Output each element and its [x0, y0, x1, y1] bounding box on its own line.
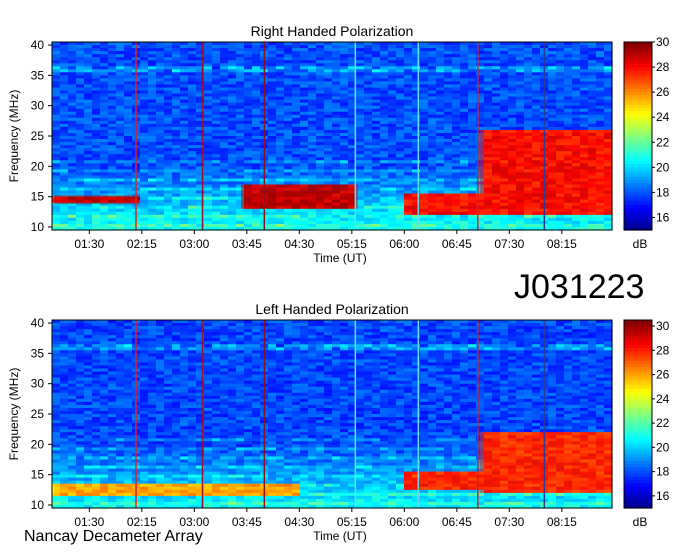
- y-tick-label: 20: [31, 437, 45, 451]
- emission-band-1: [54, 483, 300, 496]
- x-tick-label: 02:15: [127, 515, 157, 529]
- y-tick-label: 30: [31, 377, 45, 391]
- colorbar-tick-label: 26: [656, 368, 670, 382]
- x-tick-label: 02:15: [127, 237, 157, 251]
- x-tick-label: 03:45: [232, 237, 262, 251]
- y-tick-label: 10: [31, 220, 45, 234]
- colorbar-tick-label: 28: [656, 60, 670, 74]
- y-axis-label: Frequency (MHz): [7, 90, 21, 183]
- x-tick-label: 05:15: [337, 515, 367, 529]
- x-axis-label: Time (UT): [313, 529, 367, 543]
- colorbar: 16 18 20 22 24 26 28 30 dB: [623, 35, 670, 251]
- x-tick-label: 01:30: [74, 237, 104, 251]
- colorbar-tick-label: 18: [656, 465, 670, 479]
- x-tick-label: 03:00: [179, 515, 209, 529]
- colorbar-tick-label: 16: [656, 210, 670, 224]
- y-tick-label: 25: [31, 129, 45, 143]
- y-tick-label: 15: [31, 468, 45, 482]
- panel-1: Right Handed Polarization 10 15 20 25 30 35 40 0…: [7, 23, 670, 265]
- x-tick-label: 08:15: [547, 515, 577, 529]
- colorbar-tick-label: 20: [656, 160, 670, 174]
- y-tick-label: 40: [31, 38, 45, 52]
- colorbar-label: dB: [633, 237, 648, 251]
- y-tick-label: 15: [31, 190, 45, 204]
- y-tick-label: 10: [31, 498, 45, 512]
- colorbar-tick-label: 22: [656, 135, 670, 149]
- x-tick-label: 03:00: [179, 237, 209, 251]
- x-tick-label: 07:30: [494, 237, 524, 251]
- x-tick-label: 01:30: [74, 515, 104, 529]
- chart-title: Left Handed Polarization: [255, 301, 408, 317]
- colorbar-tick-label: 26: [656, 85, 670, 99]
- x-tick-label: 03:45: [232, 515, 262, 529]
- x-axis-label: Time (UT): [313, 251, 367, 265]
- emission-band-3: [480, 432, 612, 493]
- y-tick-label: 25: [31, 407, 45, 421]
- colorbar-tick-label: 16: [656, 489, 670, 503]
- x-tick-label: 04:30: [284, 515, 314, 529]
- y-tick-label: 30: [31, 99, 45, 113]
- colorbar-tick-label: 30: [656, 319, 670, 333]
- x-tick-label: 07:30: [494, 515, 524, 529]
- colorbar-tick-label: 24: [656, 392, 670, 406]
- x-tick-label: 06:00: [389, 237, 419, 251]
- x-tick-label: 06:45: [442, 515, 472, 529]
- emission-band-2: [241, 184, 358, 209]
- colorbar-tick-label: 30: [656, 35, 670, 49]
- emission-band-4: [480, 129, 612, 215]
- x-tick-label: 05:15: [337, 237, 367, 251]
- panel-2: Left Handed Polarization 10 15 20 25 30 35 40 01…: [7, 301, 670, 543]
- colorbar-label: dB: [633, 515, 648, 529]
- emission-band-2: [404, 471, 481, 490]
- colorbar-tick-label: 22: [656, 416, 670, 430]
- colorbar: 16 18 20 22 24 26 28 30 dB: [623, 319, 670, 529]
- y-tick-label: 40: [31, 316, 45, 330]
- colorbar-tick-label: 20: [656, 440, 670, 454]
- x-tick-label: 06:00: [389, 515, 419, 529]
- y-tick-label: 35: [31, 346, 45, 360]
- y-tick-label: 35: [31, 68, 45, 82]
- observation-id: J031223: [514, 268, 645, 306]
- y-tick-label: 20: [31, 159, 45, 173]
- colorbar-tick-label: 18: [656, 185, 670, 199]
- x-tick-label: 06:45: [442, 237, 472, 251]
- x-tick-label: 08:15: [547, 237, 577, 251]
- colorbar-tick-label: 24: [656, 110, 670, 124]
- emission-band-1: [54, 195, 139, 204]
- instrument-name: Nancay Decameter Array: [24, 528, 203, 545]
- chart-title: Right Handed Polarization: [251, 23, 414, 39]
- x-tick-label: 04:30: [284, 237, 314, 251]
- emission-band-3: [404, 193, 481, 215]
- colorbar-tick-label: 28: [656, 343, 670, 357]
- y-axis-label: Frequency (MHz): [7, 368, 21, 461]
